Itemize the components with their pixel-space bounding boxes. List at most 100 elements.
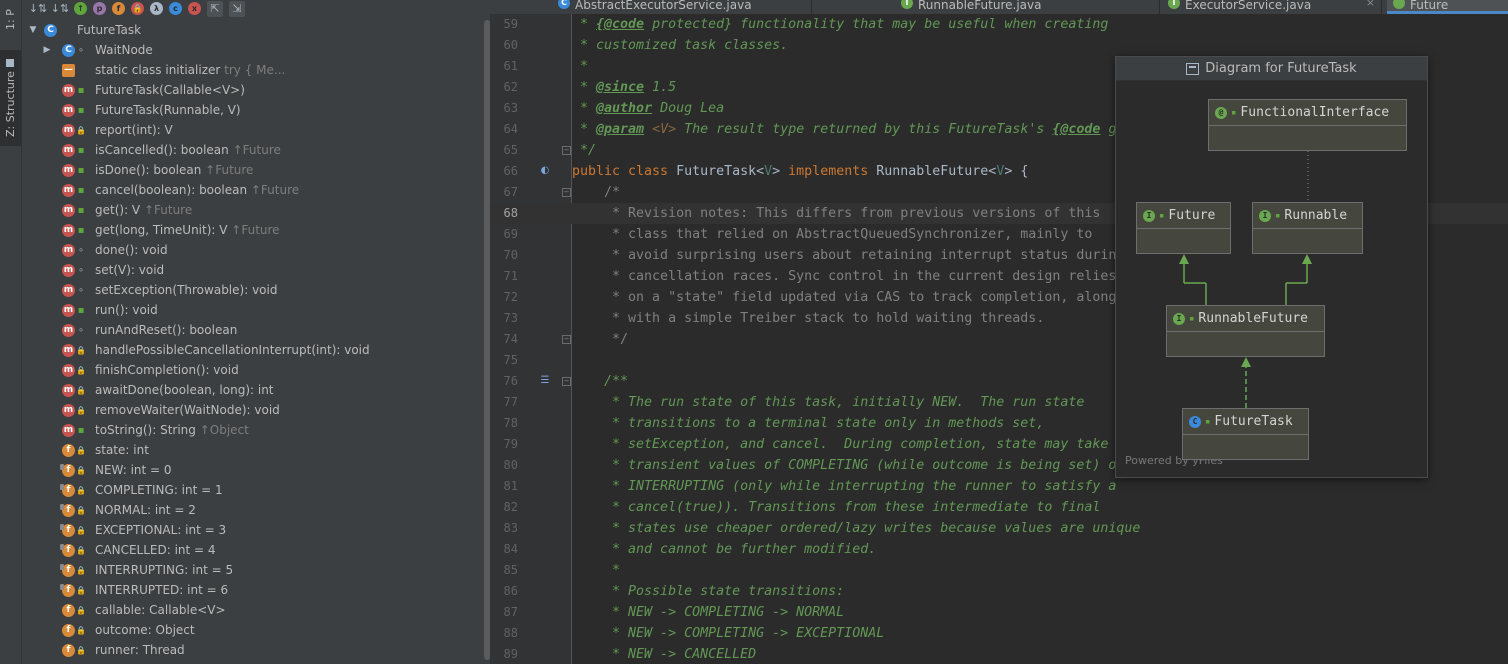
tree-row[interactable]: ▶ C ∘ WaitNode bbox=[22, 40, 482, 60]
code-line[interactable]: 83 * states use cheaper ordered/lazy wri… bbox=[490, 518, 1508, 539]
public-visibility-icon: ▪ bbox=[77, 424, 85, 436]
editor-tab[interactable]: I RunnableFuture.java bbox=[895, 0, 1160, 14]
editor-tab[interactable]: C AbstractExecutorService.java bbox=[552, 0, 812, 14]
show-properties-icon[interactable]: p bbox=[93, 2, 106, 15]
editor-tab-label: Future bbox=[1410, 0, 1449, 12]
fold-toggle-icon[interactable]: − bbox=[562, 146, 571, 155]
tree-row[interactable]: m ▪ toString(): String ↑Object bbox=[22, 420, 482, 440]
tool-tab-project[interactable]: 1: P bbox=[0, 0, 21, 40]
private-visibility-icon: 🔒 bbox=[76, 345, 86, 355]
close-icon[interactable]: × bbox=[1366, 0, 1375, 8]
expand-down-icon[interactable]: ▼ bbox=[28, 25, 38, 35]
tree-row[interactable]: f 🔒 NEW: int = 0 bbox=[22, 460, 482, 480]
tree-row[interactable]: — static class initializer try { Me... bbox=[22, 60, 482, 80]
code-line[interactable]: 89 * NEW -> CANCELLED bbox=[490, 644, 1508, 664]
autoscroll-from-source-icon[interactable]: ⇲ bbox=[229, 0, 245, 17]
code-line[interactable]: 87 * NEW -> COMPLETING -> NORMAL bbox=[490, 602, 1508, 623]
diagram-node-runnablefuture[interactable]: I ▪ RunnableFuture bbox=[1166, 305, 1325, 357]
tree-row-text: EXCEPTIONAL: int = 3 bbox=[95, 523, 227, 537]
tree-row[interactable]: m ▪ FutureTask(Runnable, V) bbox=[22, 100, 482, 120]
tree-row[interactable]: m ▪ FutureTask(Callable<V>) bbox=[22, 80, 482, 100]
package-visibility-icon: ∘ bbox=[77, 244, 85, 256]
expand-right-icon[interactable]: ▶ bbox=[42, 45, 52, 55]
tree-row[interactable]: m ∘ done(): void bbox=[22, 240, 482, 260]
code-line[interactable]: 82 * cancel(true)). Transitions from the… bbox=[490, 497, 1508, 518]
tree-row-text: cancel(boolean): boolean bbox=[95, 183, 248, 197]
tool-tab-structure[interactable]: Z: Structure bbox=[0, 50, 21, 146]
code-text: * NEW -> CANCELLED bbox=[572, 644, 756, 664]
method-icon: m bbox=[62, 83, 75, 97]
tree-row[interactable]: f 🔒 COMPLETING: int = 1 bbox=[22, 480, 482, 500]
sort-alphabetically-icon[interactable]: ↓⇅ bbox=[51, 1, 69, 17]
tree-row[interactable]: m ∘ runAndReset(): boolean bbox=[22, 320, 482, 340]
method-icon: m bbox=[62, 103, 75, 117]
autoscroll-to-source-icon[interactable]: ⇱ bbox=[207, 0, 223, 17]
tree-row[interactable]: f 🔒 INTERRUPTING: int = 5 bbox=[22, 560, 482, 580]
diagram-node-future[interactable]: I ▪ Future bbox=[1136, 202, 1231, 254]
diagram-header[interactable]: Diagram for FutureTask bbox=[1116, 57, 1427, 81]
tree-row[interactable]: m 🔒 report(int): V bbox=[22, 120, 482, 140]
tree-row[interactable]: m ▪ get(long, TimeUnit): V ↑Future bbox=[22, 220, 482, 240]
tree-row[interactable]: m ▪ get(): V ↑Future bbox=[22, 200, 482, 220]
tree-row[interactable]: ▼ C FutureTask bbox=[22, 20, 482, 40]
private-visibility-icon: 🔒 bbox=[76, 385, 86, 395]
tree-row[interactable]: f 🔒 outcome: Object bbox=[22, 620, 482, 640]
show-fields-icon[interactable]: f bbox=[112, 2, 125, 15]
tree-row[interactable]: f 🔒 state: int bbox=[22, 440, 482, 460]
tree-row[interactable]: m ∘ setException(Throwable): void bbox=[22, 280, 482, 300]
tree-row-label: EXCEPTIONAL: int = 3 bbox=[95, 523, 226, 537]
tree-row[interactable]: m ▪ cancel(boolean): boolean ↑Future bbox=[22, 180, 482, 200]
diagram-canvas[interactable]: Powered by yFiles @ ▪ FunctionalInterface I… bbox=[1116, 81, 1427, 477]
tree-row[interactable]: f 🔒 EXCEPTIONAL: int = 3 bbox=[22, 520, 482, 540]
tree-row[interactable]: m 🔒 finishCompletion(): void bbox=[22, 360, 482, 380]
code-line[interactable]: 60 * customized task classes. bbox=[490, 35, 1508, 56]
static-field-icon: f bbox=[60, 523, 75, 537]
diagram-node-runnable[interactable]: I ▪ Runnable bbox=[1252, 202, 1363, 254]
tree-row[interactable]: f 🔒 NORMAL: int = 2 bbox=[22, 500, 482, 520]
code-line[interactable]: 85 * bbox=[490, 560, 1508, 581]
fold-toggle-icon[interactable]: − bbox=[562, 188, 571, 197]
code-line[interactable]: 88 * NEW -> COMPLETING -> EXCEPTIONAL bbox=[490, 623, 1508, 644]
tree-row[interactable]: m ∘ set(V): void bbox=[22, 260, 482, 280]
tree-row[interactable]: m ▪ run(): void bbox=[22, 300, 482, 320]
show-lambdas-icon[interactable]: λ bbox=[150, 2, 163, 15]
code-text: * class that relied on AbstractQueuedSyn… bbox=[572, 224, 1092, 245]
sort-by-visibility-icon[interactable]: ↓⇅ bbox=[29, 1, 47, 17]
public-visibility-icon: ▪ bbox=[77, 164, 85, 176]
tree-row[interactable]: f 🔒 callable: Callable<V> bbox=[22, 600, 482, 620]
show-anonymous-icon[interactable]: c bbox=[169, 2, 182, 15]
fold-toggle-icon[interactable]: − bbox=[562, 335, 571, 344]
code-text: * bbox=[572, 56, 588, 77]
tree-row[interactable]: m ▪ isDone(): boolean ↑Future bbox=[22, 160, 482, 180]
tree-row[interactable]: m 🔒 removeWaiter(WaitNode): void bbox=[22, 400, 482, 420]
editor-tab-bar: C AbstractExecutorService.java I RunnableFu… bbox=[490, 0, 1508, 14]
rendered-doc-icon[interactable]: ☰ bbox=[538, 375, 552, 388]
fold-toggle-icon[interactable]: − bbox=[562, 377, 571, 386]
tree-row-origin: ↑Future bbox=[201, 163, 254, 177]
tool-tab-project-label: 1: P bbox=[4, 9, 17, 31]
show-inherited-icon[interactable]: ↑ bbox=[74, 2, 87, 15]
line-number: 78 bbox=[503, 416, 518, 430]
editor-tab[interactable]: Future bbox=[1387, 0, 1508, 14]
tree-row-origin: ↑Future bbox=[140, 203, 193, 217]
diagram-node-futuretask[interactable]: C ▪ FutureTask bbox=[1182, 408, 1309, 460]
editor-tab[interactable]: I ExecutorService.java × bbox=[1162, 0, 1382, 14]
code-line[interactable]: 86 * Possible state transitions: bbox=[490, 581, 1508, 602]
code-line[interactable]: 81 * INTERRUPTING (only while interrupti… bbox=[490, 476, 1508, 497]
tree-row[interactable]: m ▪ isCancelled(): boolean ↑Future bbox=[22, 140, 482, 160]
package-visibility-icon: ∘ bbox=[77, 264, 85, 276]
implements-arrow-icon bbox=[1241, 357, 1251, 367]
tree-row[interactable]: f 🔒 runner: Thread bbox=[22, 640, 482, 660]
code-token: * INTERRUPTING (only while interrupting … bbox=[572, 479, 1117, 494]
tree-row[interactable]: f 🔒 INTERRUPTED: int = 6 bbox=[22, 580, 482, 600]
tree-row[interactable]: m 🔒 awaitDone(boolean, long): int bbox=[22, 380, 482, 400]
hide-members-icon[interactable]: x bbox=[188, 2, 201, 15]
code-line[interactable]: 59 * {@code protected} functionality tha… bbox=[490, 14, 1508, 35]
code-line[interactable]: 84 * and cannot be further modified. bbox=[490, 539, 1508, 560]
show-non-public-icon[interactable]: 🔒 bbox=[131, 2, 144, 15]
diagram-node-functionalinterface[interactable]: @ ▪ FunctionalInterface bbox=[1208, 99, 1407, 151]
tree-row-label: FutureTask(Runnable, V) bbox=[95, 103, 241, 117]
tree-row[interactable]: f 🔒 CANCELLED: int = 4 bbox=[22, 540, 482, 560]
tree-row[interactable]: m 🔒 handlePossibleCancellationInterrupt(in… bbox=[22, 340, 482, 360]
implemented-icon[interactable]: ◐ bbox=[538, 165, 552, 178]
